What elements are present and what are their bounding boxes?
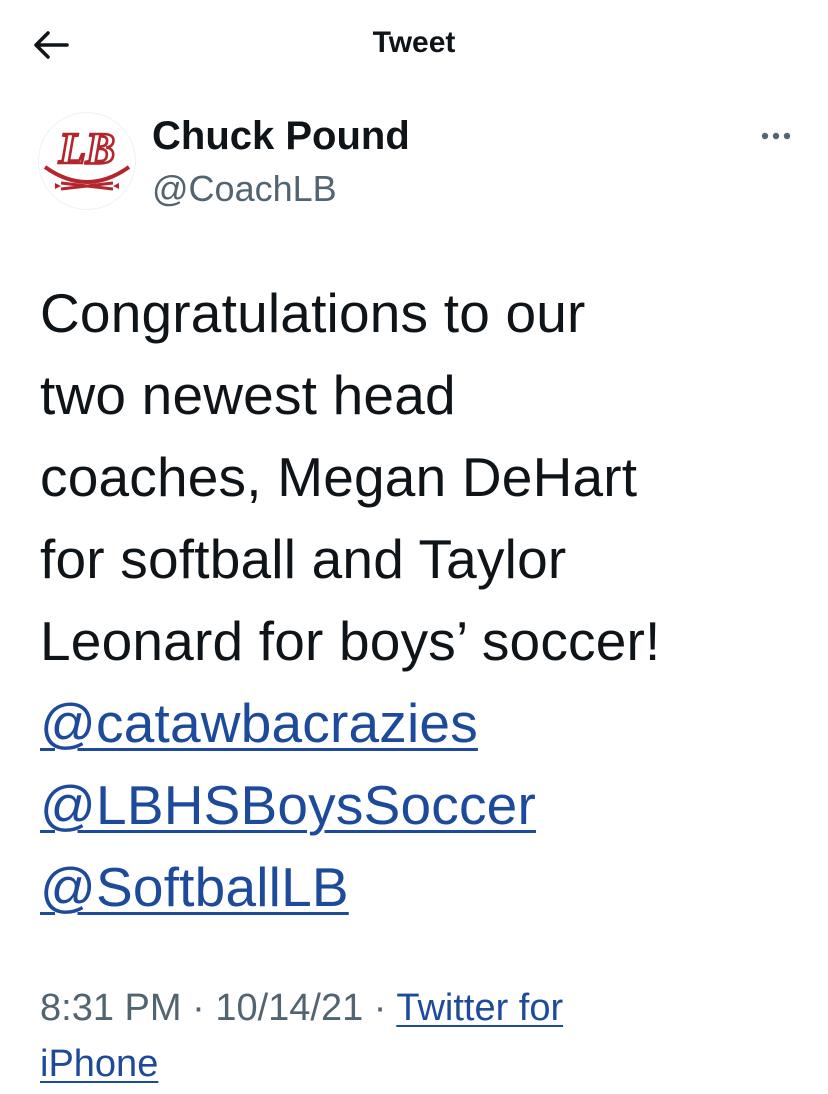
tweet-source-link-continued[interactable]: iPhone bbox=[40, 1043, 158, 1085]
tweet-date: 10/14/21 bbox=[215, 987, 364, 1029]
tweet-source-link[interactable]: Twitter for bbox=[396, 987, 563, 1029]
tweet-text-line: two newest head bbox=[40, 364, 456, 426]
tweet-text-line: coaches, Megan DeHart bbox=[40, 446, 638, 508]
top-bar: Tweet bbox=[0, 0, 828, 92]
more-options-button[interactable] bbox=[754, 124, 798, 148]
more-options-icon bbox=[761, 132, 791, 140]
author-handle[interactable]: @CoachLB bbox=[152, 168, 337, 210]
lb-logo-icon: LB bbox=[43, 123, 131, 191]
mention-link-softballlb[interactable]: @SoftballLB bbox=[40, 846, 810, 928]
meta-separator: · bbox=[363, 987, 397, 1029]
tweet-text: Congratulations to our two newest head c… bbox=[40, 272, 810, 928]
tweet-time: 8:31 PM bbox=[40, 987, 182, 1029]
mention-link-lbhsboyssoccer[interactable]: @LBHSBoysSoccer bbox=[40, 764, 810, 846]
avatar[interactable]: LB bbox=[38, 112, 136, 210]
tweet-text-line: for softball and Taylor bbox=[40, 528, 567, 590]
tweet-text-line: Leonard for boys’ soccer! bbox=[40, 610, 661, 672]
mention-link-catawbacrazies[interactable]: @catawbacrazies bbox=[40, 682, 810, 764]
meta-separator: · bbox=[181, 987, 216, 1029]
tweet-author: LB Chuck Pound @CoachLB bbox=[38, 112, 798, 212]
author-display-name[interactable]: Chuck Pound bbox=[152, 114, 410, 159]
tweet-metadata: 8:31 PM · 10/14/21 · Twitter for iPhone bbox=[40, 980, 800, 1092]
tweet-text-line: Congratulations to our bbox=[40, 282, 586, 344]
page-title: Tweet bbox=[372, 26, 456, 59]
svg-text:LB: LB bbox=[58, 124, 115, 173]
